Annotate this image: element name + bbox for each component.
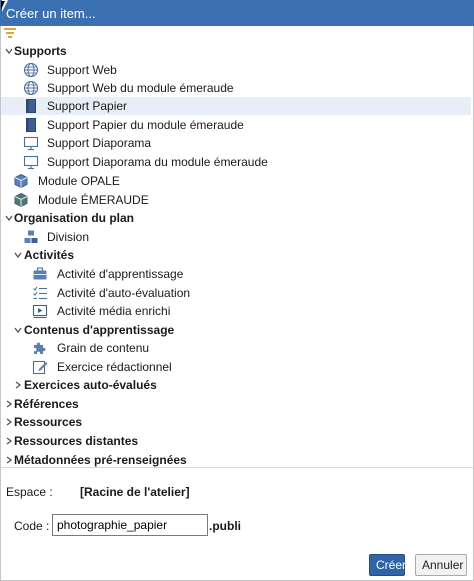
tree-item-activite-media-enrichi[interactable]: Activité média enrichi xyxy=(1,302,471,320)
tree-item-label: Support Diaporama xyxy=(47,136,152,150)
tree-item-activite-auto-evaluation[interactable]: Activité d'auto-évaluation xyxy=(1,284,471,302)
chevron-right-icon[interactable] xyxy=(5,437,13,445)
divider xyxy=(0,467,474,468)
tree-item-support-web[interactable]: Support Web xyxy=(1,61,471,79)
tree-item-label: Activité média enrichi xyxy=(57,304,171,318)
tree-item-label: Support Papier du module émeraude xyxy=(47,118,244,132)
chevron-right-icon[interactable] xyxy=(5,456,13,464)
chevron-down-icon[interactable] xyxy=(14,251,22,259)
tree-item-label: Activité d'apprentissage xyxy=(57,267,184,281)
espace-value[interactable]: [Racine de l'atelier] xyxy=(80,485,190,499)
group-ressources[interactable]: Ressources xyxy=(1,413,471,431)
chevron-right-icon[interactable] xyxy=(5,418,13,426)
tree-item-label: Module OPALE xyxy=(38,174,120,188)
group-label: Références xyxy=(14,397,79,411)
tree-item-label: Support Papier xyxy=(47,99,128,113)
tree-item-module-emeraude[interactable]: Module ÉMERAUDE xyxy=(1,191,471,209)
group-activites[interactable]: Activités xyxy=(1,246,471,264)
briefcase-icon xyxy=(33,267,47,280)
tree-item-grain-de-contenu[interactable]: Grain de contenu xyxy=(1,339,471,357)
group-label: Ressources distantes xyxy=(14,434,139,448)
tree-item-support-diaporama[interactable]: Support Diaporama xyxy=(1,134,471,152)
tree-item-label: Division xyxy=(47,230,90,244)
group-label: Contenus d'apprentissage xyxy=(24,323,175,337)
code-label: Code : xyxy=(14,519,50,533)
chevron-right-icon[interactable] xyxy=(14,381,22,389)
cancel-button[interactable]: Annuler xyxy=(415,554,467,576)
tree-item-support-papier-emeraude[interactable]: Support Papier du module émeraude xyxy=(1,116,471,134)
media-icon xyxy=(32,304,48,319)
globe-icon xyxy=(23,62,39,78)
chevron-right-icon[interactable] xyxy=(5,400,13,408)
tree-item-label: Grain de contenu xyxy=(57,341,150,355)
tree-item-module-opale[interactable]: Module OPALE xyxy=(1,172,471,190)
pencil-edit-icon xyxy=(32,360,48,375)
tree-item-exercice-redactionnel[interactable]: Exercice rédactionnel xyxy=(1,358,471,376)
group-label: Activités xyxy=(24,248,75,262)
puzzle-icon xyxy=(34,342,46,354)
tree-item-support-papier[interactable]: Support Papier xyxy=(1,97,471,115)
dialog-titlebar: Créer un item... xyxy=(0,0,474,26)
slideshow-icon xyxy=(23,155,39,170)
group-label: Ressources xyxy=(14,415,83,429)
group-organisation-du-plan[interactable]: Organisation du plan xyxy=(1,209,471,227)
group-contenus-apprentissage[interactable]: Contenus d'apprentissage xyxy=(1,321,471,339)
group-label: Exercices auto-évalués xyxy=(24,378,157,392)
code-input[interactable] xyxy=(52,514,208,536)
tree-item-label: Activité d'auto-évaluation xyxy=(57,286,191,300)
paper-icon xyxy=(26,99,36,113)
slideshow-icon xyxy=(23,136,39,151)
paper-icon xyxy=(26,118,36,132)
tree-item-support-diaporama-emeraude[interactable]: Support Diaporama du module émeraude xyxy=(1,153,471,171)
tree-item-label: Support Diaporama du module émeraude xyxy=(47,155,268,169)
dialog-title: Créer un item... xyxy=(6,6,96,21)
tree-item-label: Exercice rédactionnel xyxy=(57,360,172,374)
group-supports[interactable]: Supports xyxy=(1,42,471,60)
opale-module-icon xyxy=(14,173,28,189)
globe-icon xyxy=(23,80,39,96)
mouse-pointer-icon xyxy=(1,0,8,12)
espace-label: Espace : xyxy=(6,485,53,499)
division-icon xyxy=(24,230,38,243)
group-label: Organisation du plan xyxy=(14,211,135,225)
emeraude-module-icon xyxy=(14,192,28,208)
tree-item-support-web-emeraude[interactable]: Support Web du module émeraude xyxy=(1,79,471,97)
group-exercices-auto-evalues[interactable]: Exercices auto-évalués xyxy=(1,376,471,394)
chevron-down-icon[interactable] xyxy=(5,214,13,222)
checklist-icon xyxy=(33,286,47,300)
chevron-down-icon[interactable] xyxy=(14,326,22,334)
tree-item-label: Support Web xyxy=(47,63,117,77)
tree-item-division[interactable]: Division xyxy=(1,228,471,246)
tree-item-label: Module ÉMERAUDE xyxy=(38,193,149,207)
tree-item-activite-apprentissage[interactable]: Activité d'apprentissage xyxy=(1,265,471,283)
group-ressources-distantes[interactable]: Ressources distantes xyxy=(1,432,471,450)
tree-item-label: Support Web du module émeraude xyxy=(47,81,234,95)
group-label: Supports xyxy=(14,44,67,58)
code-suffix: .publi xyxy=(209,519,241,533)
group-references[interactable]: Références xyxy=(1,395,471,413)
create-button[interactable]: Créer xyxy=(369,554,406,576)
chevron-down-icon[interactable] xyxy=(5,47,13,55)
filter-icon[interactable] xyxy=(4,28,16,38)
